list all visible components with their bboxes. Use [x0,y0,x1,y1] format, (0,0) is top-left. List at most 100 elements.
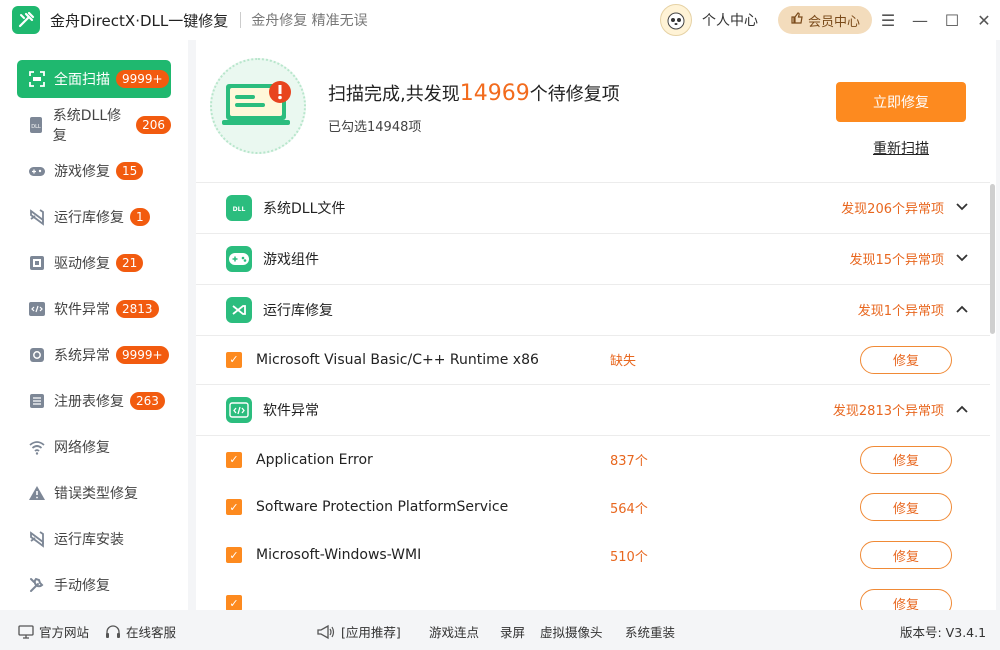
category-software-exception[interactable]: 软件异常 发现2813个异常项 [196,384,990,434]
count-badge: 9999+ [116,346,169,364]
count-badge: 206 [136,116,171,134]
title-bar: 金舟DirectX·DLL一键修复 金舟修复 精准无误 个人中心 会员中心 ☰ … [0,0,1000,40]
item-name: Microsoft Visual Basic/C++ Runtime x86 [256,351,539,368]
warning-icon [27,483,47,503]
repair-now-button[interactable]: 立即修复 [836,82,966,122]
wrench-icon [27,575,47,595]
count-badge: 9999+ [116,70,169,88]
gamepad-icon [226,246,252,272]
personal-center-link[interactable]: 个人中心 [702,10,758,30]
item-checkbox[interactable]: ✓ [226,499,242,515]
sidebar-item-runtime-repair[interactable]: 运行库修复 1 [17,198,171,236]
dll-icon: DLL [27,115,46,135]
avatar[interactable] [659,4,692,36]
selected-count: 已勾选14948项 [328,120,422,135]
footer-link-label: 系统重装 [625,625,676,640]
category-game-components[interactable]: 游戏组件 发现15个异常项 [196,233,990,283]
item-checkbox[interactable]: ✓ [226,351,242,368]
category-status: 发现2813个异常项 [832,404,944,419]
sidebar-item-system-exception[interactable]: 系统异常 9999+ [17,336,171,374]
app-slogan: 金舟修复 精准无误 [251,13,368,29]
scan-icon [27,69,47,89]
scan-result-count: 14969 [459,81,530,106]
repair-button[interactable]: 修复 [860,589,952,610]
sidebar-item-game-repair[interactable]: 游戏修复 15 [17,152,171,190]
official-site-link[interactable]: 官方网站 [18,622,89,641]
sidebar-item-error-type-repair[interactable]: 错误类型修复 [17,474,171,512]
chevron-up-icon[interactable] [956,302,968,317]
list-item: ✓ Software Protection PlatformService 56… [196,483,990,531]
sidebar-item-system-dll[interactable]: DLL 系统DLL修复 206 [17,106,171,144]
visual-studio-icon [226,297,252,323]
driver-icon [27,253,47,273]
category-status: 发现1个异常项 [857,304,944,319]
vip-center-button[interactable]: 会员中心 [777,6,872,34]
count-badge: 263 [130,392,165,410]
category-system-dll[interactable]: DLL 系统DLL文件 发现206个异常项 [196,182,990,232]
item-checkbox[interactable]: ✓ [226,547,242,563]
sidebar-item-software-exception[interactable]: 软件异常 2813 [17,290,171,328]
chevron-down-icon[interactable] [956,200,968,215]
sidebar-item-label: 驱动修复 [54,256,110,272]
wifi-icon [27,437,47,457]
version-label: 版本号: V3.4.1 [900,622,986,641]
sidebar-item-registry-repair[interactable]: 注册表修复 263 [17,382,171,420]
item-checkbox[interactable]: ✓ [226,595,242,610]
item-name: Application Error [256,451,373,468]
maximize-icon[interactable]: ☐ [936,0,968,40]
minimize-icon[interactable]: — [904,0,936,40]
repair-button[interactable]: 修复 [860,541,952,569]
footer-link-virtual-camera[interactable]: 虚拟摄像头 [540,622,603,641]
rescan-link[interactable]: 重新扫描 [873,138,929,158]
category-status: 发现15个异常项 [849,253,944,268]
scan-result-illustration [210,58,306,154]
sidebar-item-label: 手动修复 [54,578,110,594]
sidebar-item-label: 注册表修复 [54,394,124,410]
list-item: ✓ Microsoft Visual Basic/C++ Runtime x86… [196,335,990,383]
sidebar-item-full-scan[interactable]: 全面扫描 9999+ [17,60,171,98]
sidebar-item-label: 软件异常 [54,302,110,318]
sidebar-item-label: 游戏修复 [54,164,110,180]
gear-icon [27,345,47,365]
footer-link-game-clicker[interactable]: 游戏连点 [429,622,479,641]
chevron-down-icon[interactable] [956,251,968,266]
code-icon [226,397,252,423]
list-scrollbar[interactable] [990,184,995,334]
repair-button[interactable]: 修复 [860,345,952,374]
recommend-label: [应用推荐] [341,625,401,640]
menu-icon[interactable]: ☰ [872,0,904,40]
sidebar-item-label: 运行库安装 [54,532,124,548]
sidebar-item-driver-repair[interactable]: 驱动修复 21 [17,244,171,282]
sidebar-item-network-repair[interactable]: 网络修复 [17,428,171,466]
footer-link-system-reinstall[interactable]: 系统重装 [625,622,675,641]
scan-summary: 扫描完成,共发现14969个待修复项 已勾选14948项 立即修复 重新扫描 [196,40,996,180]
footer-link-screen-record[interactable]: 录屏 [500,622,525,641]
list-item: ✓ Application Error 837个 修复 [196,435,990,483]
scan-result-prefix: 扫描完成,共发现 [328,84,460,105]
sidebar-item-runtime-install[interactable]: 运行库安装 [17,520,171,558]
title-divider [240,12,242,28]
footer: 官方网站 在线客服 [应用推荐] 游戏连点 录屏 虚拟摄像头 系统重装 版本号:… [0,610,1000,650]
install-icon [27,529,47,549]
svg-text:DLL: DLL [32,124,42,130]
online-service-label: 在线客服 [126,625,177,640]
app-logo-icon [12,6,40,34]
dll-file-icon: DLL [226,195,252,221]
category-runtime-repair[interactable]: 运行库修复 发现1个异常项 [196,284,990,334]
item-checkbox[interactable]: ✓ [226,451,242,468]
sidebar: 全面扫描 9999+ DLL 系统DLL修复 206 游戏修复 15 运行库修复… [0,40,188,610]
app-recommend[interactable]: [应用推荐] [316,622,401,641]
category-label: 软件异常 [263,402,319,419]
repair-button[interactable]: 修复 [860,445,952,474]
list-item: ✓ 修复 [196,579,990,610]
chevron-up-icon[interactable] [956,402,968,417]
sidebar-item-label: 运行库修复 [54,210,124,226]
sidebar-item-manual-repair[interactable]: 手动修复 [17,566,171,604]
sidebar-item-label: 系统异常 [54,348,110,364]
scan-result-headline: 扫描完成,共发现14969个待修复项 [328,80,620,106]
monitor-icon [18,624,34,639]
online-service-link[interactable]: 在线客服 [105,622,176,641]
vip-center-label: 会员中心 [807,14,860,30]
close-icon[interactable]: ✕ [968,0,1000,40]
repair-button[interactable]: 修复 [860,493,952,521]
